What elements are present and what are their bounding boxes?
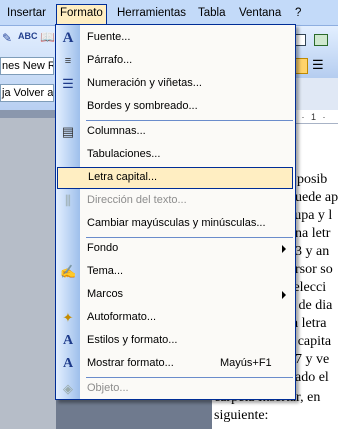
styles-icon: A — [62, 333, 74, 348]
menu-item-bordes[interactable]: Bordes y sombreado... — [56, 96, 295, 118]
standard-toolbar: ✎ ABC 📖 — [0, 28, 56, 50]
ruler-left — [0, 110, 56, 118]
font-name-box[interactable]: nes New Ro — [0, 57, 54, 75]
menu-help[interactable]: ? — [292, 4, 304, 22]
menu-insertar[interactable]: Insertar — [4, 4, 49, 22]
formato-menu: A Fuente... ≡ Párrafo... ☰ Numeración y … — [55, 24, 296, 400]
left-margin-area — [0, 118, 56, 429]
text-direction-icon: ⫼ — [65, 193, 71, 208]
menu-item-estilos[interactable]: A Estilos y formato... — [56, 330, 295, 352]
menu-item-mostrar-formato[interactable]: A Mostrar formato... Mayús+F1 — [56, 353, 295, 375]
theme-icon: ✍ — [60, 264, 77, 279]
font-icon: A — [62, 30, 74, 46]
menu-herramientas[interactable]: Herramientas — [114, 4, 189, 22]
menu-item-marcos[interactable]: Marcos — [56, 284, 295, 306]
object-icon: ◈ — [63, 381, 73, 396]
research-icon[interactable]: 📖 — [40, 30, 55, 44]
menu-ventana[interactable]: Ventana — [236, 4, 284, 22]
bullets-icon: ☰ — [62, 76, 74, 91]
menu-item-columnas[interactable]: ▤ Columnas... — [56, 121, 295, 143]
menu-item-tabulaciones[interactable]: Tabulaciones... — [56, 144, 295, 166]
menu-tabla[interactable]: Tabla — [195, 4, 229, 22]
menu-item-direccion-texto[interactable]: ⫼ Dirección del texto... — [56, 190, 295, 212]
spelling-icon[interactable]: ABC — [18, 31, 38, 41]
menu-item-tema[interactable]: ✍ Tema... — [56, 261, 295, 283]
menu-item-numeracion[interactable]: ☰ Numeración y viñetas... — [56, 73, 295, 95]
excel-icon[interactable] — [314, 34, 328, 46]
menu-item-fuente[interactable]: A Fuente... — [56, 27, 295, 49]
menu-bar: Insertar Formato Herramientas Tabla Vent… — [0, 0, 338, 26]
autoformat-icon: ✦ — [62, 310, 74, 325]
menu-item-cambiar-mayusculas[interactable]: Cambiar mayúsculas y minúsculas... — [56, 213, 295, 235]
line-spacing-icon[interactable]: ☰ — [312, 57, 324, 73]
paste-icon[interactable]: ✎ — [2, 31, 12, 45]
doc-line: siguiente: — [214, 408, 269, 423]
menu-formato[interactable]: Formato — [56, 4, 107, 25]
paragraph-icon: ≡ — [64, 55, 72, 67]
submenu-arrow-icon — [282, 291, 286, 299]
menu-item-parrafo[interactable]: ≡ Párrafo... — [56, 50, 295, 72]
menu-item-letra-capital[interactable]: Letra capital... — [57, 167, 293, 189]
submenu-arrow-icon — [282, 245, 286, 253]
menu-item-autoformato[interactable]: ✦ Autoformato... — [56, 307, 295, 329]
columns-icon: ▤ — [61, 124, 75, 139]
style-box[interactable]: ja Volver a — [0, 84, 54, 102]
toolbar-left: ✎ ABC 📖 nes New Ro ja Volver a — [0, 26, 56, 116]
reveal-format-icon: A — [62, 356, 74, 371]
menu-item-fondo[interactable]: Fondo — [56, 238, 295, 260]
menu-item-objeto[interactable]: ◈ Objeto... — [56, 378, 295, 400]
shortcut-mayus-f1: Mayús+F1 — [220, 357, 272, 369]
